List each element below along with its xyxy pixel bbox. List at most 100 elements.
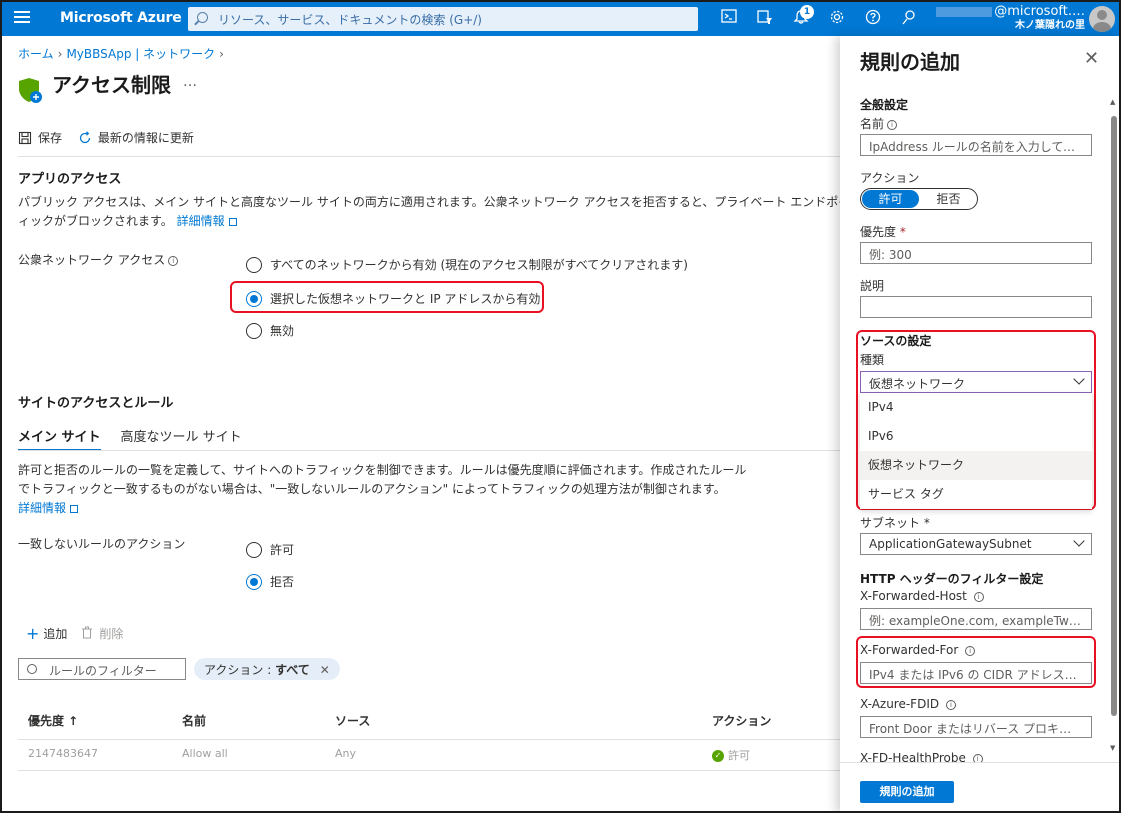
breadcrumb-home[interactable]: ホーム xyxy=(18,47,54,61)
cell-name: Allow all xyxy=(182,747,228,760)
action-filter-pill[interactable]: アクション : すべて ✕ xyxy=(194,658,340,680)
save-disk-icon xyxy=(18,131,32,145)
priority-label: 優先度 * xyxy=(860,223,906,240)
x-forwarded-host-input[interactable]: 例: exampleOne.com, exampleTwo.… xyxy=(860,608,1092,630)
radio-all-networks-label: すべてのネットワークから有効 (現在のアクセス制限がすべてクリアされます) xyxy=(270,258,688,272)
radio-all-networks-circle[interactable] xyxy=(246,256,262,273)
public-access-label: 公衆ネットワーク アクセス i xyxy=(18,251,179,268)
column-header-name[interactable]: 名前 xyxy=(182,712,206,729)
info-icon[interactable]: i xyxy=(945,699,956,710)
search-icon xyxy=(27,664,37,674)
settings-gear-icon[interactable] xyxy=(827,9,847,29)
refresh-button[interactable]: 最新の情報に更新 xyxy=(78,129,194,146)
radio-disabled-circle[interactable] xyxy=(246,322,262,339)
info-icon[interactable]: i xyxy=(168,255,179,266)
top-bar: Microsoft Azure リソース、サービス、ドキュメントの検索 (G+/… xyxy=(2,2,1119,36)
action-toggle[interactable]: 許可 拒否 xyxy=(860,188,978,210)
site-access-description: 許可と拒否のルールの一覧を定義して、サイトへのトラフィックを制御できます。ルール… xyxy=(18,461,778,518)
panel-scrollbar[interactable]: ▲ ▼ xyxy=(1110,96,1118,756)
description-input[interactable] xyxy=(860,296,1092,318)
type-option-ipv6[interactable]: IPv6 xyxy=(860,422,1092,451)
info-icon[interactable]: i xyxy=(965,645,976,656)
action-deny-option[interactable]: 拒否 xyxy=(920,189,977,209)
action-allow-option[interactable]: 許可 xyxy=(862,190,919,208)
radio-unmatched-deny-circle[interactable] xyxy=(246,573,262,590)
breadcrumb: ホーム › MyBBSApp | ネットワーク › xyxy=(18,45,228,62)
x-azure-fdid-label: X-Azure-FDID i xyxy=(860,697,956,711)
radio-disabled-label: 無効 xyxy=(270,324,295,338)
x-forwarded-host-label-text: X-Forwarded-Host xyxy=(860,589,967,603)
subnet-label: サブネット * xyxy=(860,514,930,531)
redacted-email-bar xyxy=(936,6,993,17)
chevron-down-icon xyxy=(1073,535,1085,547)
directory-filter-icon[interactable] xyxy=(755,9,775,29)
cell-source: Any xyxy=(335,747,357,760)
brand-title[interactable]: Microsoft Azure xyxy=(60,10,182,26)
required-asterisk: * xyxy=(923,516,930,530)
radio-unmatched-allow[interactable]: 許可 xyxy=(246,541,294,558)
chevron-down-icon xyxy=(1073,373,1085,385)
radio-disabled[interactable]: 無効 xyxy=(246,322,294,339)
radio-selected-networks-circle[interactable] xyxy=(246,290,262,307)
feedback-icon[interactable] xyxy=(899,9,919,29)
external-link-icon xyxy=(228,217,237,226)
radio-selected-networks[interactable]: 選択した仮想ネットワークと IP アドレスから有効 xyxy=(246,290,540,307)
priority-input[interactable]: 例: 300 xyxy=(860,242,1092,264)
subnet-select[interactable]: ApplicationGatewaySubnet xyxy=(860,533,1092,555)
rule-name-input[interactable]: IpAddress ルールの名前を入力してください xyxy=(860,134,1092,156)
notification-count-badge: 1 xyxy=(800,5,814,19)
account-directory: 木ノ葉隠れの里 xyxy=(1015,20,1085,31)
unmatched-action-label: 一致しないルールのアクション xyxy=(18,537,186,551)
add-rule-button[interactable]: 追加 xyxy=(43,625,67,642)
x-forwarded-for-label: X-Forwarded-For i xyxy=(860,643,976,657)
account-info[interactable]: @microsoft.… 木ノ葉隠れの里 xyxy=(936,5,1085,33)
type-select[interactable]: 仮想ネットワーク xyxy=(860,371,1092,393)
column-header-source[interactable]: ソース xyxy=(335,712,370,729)
add-plus-icon[interactable]: + xyxy=(26,624,39,643)
type-dropdown-list: IPv4 IPv6 仮想ネットワーク サービス タグ xyxy=(860,393,1092,509)
delete-rule-button[interactable]: 削除 xyxy=(99,625,123,642)
search-placeholder: リソース、サービス、ドキュメントの検索 (G+/) xyxy=(218,13,482,27)
breadcrumb-app-network[interactable]: MyBBSApp | ネットワーク xyxy=(66,47,215,61)
column-header-priority[interactable]: 優先度 ↑ xyxy=(28,712,78,729)
x-azure-fdid-input[interactable]: Front Door またはリバース プロキシの ID … xyxy=(860,716,1092,738)
scroll-down-arrow-icon[interactable]: ▼ xyxy=(1110,744,1115,752)
column-header-action[interactable]: アクション xyxy=(712,712,771,729)
general-settings-heading: 全般設定 xyxy=(860,98,909,112)
tab-main-site[interactable]: メイン サイト xyxy=(18,426,101,451)
radio-unmatched-deny[interactable]: 拒否 xyxy=(246,573,294,590)
add-rule-submit-button[interactable]: 規則の追加 xyxy=(860,781,954,803)
x-forwarded-for-input[interactable]: IPv4 または IPv6 の CIDR アドレスを入… xyxy=(860,662,1092,684)
app-access-heading: アプリのアクセス xyxy=(18,172,122,187)
site-access-description-line1: 許可と拒否のルールの一覧を定義して、サイトへのトラフィックを制御できます。ルール… xyxy=(18,463,747,477)
radio-selected-networks-label: 選択した仮想ネットワークと IP アドレスから有効 xyxy=(270,292,541,306)
info-icon[interactable]: i xyxy=(973,591,984,602)
panel-footer-divider xyxy=(840,762,1119,763)
info-icon[interactable]: i xyxy=(887,119,898,130)
cloud-shell-icon[interactable] xyxy=(719,9,739,29)
tab-underline-divider xyxy=(18,450,840,451)
rule-filter-input[interactable]: ルールのフィルター xyxy=(18,658,186,680)
shield-icon xyxy=(18,77,44,105)
help-question-icon[interactable] xyxy=(863,9,883,29)
action-filter-pill-value: すべて xyxy=(275,663,310,677)
type-option-ipv4[interactable]: IPv4 xyxy=(860,393,1092,422)
site-access-learn-more-link[interactable]: 詳細情報 xyxy=(18,501,66,515)
site-access-heading: サイトのアクセスとルール xyxy=(18,396,174,411)
type-option-virtual-network[interactable]: 仮想ネットワーク xyxy=(860,451,1092,480)
radio-unmatched-allow-circle[interactable] xyxy=(246,541,262,558)
radio-all-networks[interactable]: すべてのネットワークから有効 (現在のアクセス制限がすべてクリアされます) xyxy=(246,256,688,273)
type-option-service-tag[interactable]: サービス タグ xyxy=(860,480,1092,509)
site-tabs: メイン サイト 高度なツール サイト xyxy=(18,426,262,451)
more-options-icon[interactable]: … xyxy=(183,74,197,90)
save-button[interactable]: 保存 xyxy=(18,129,62,146)
avatar[interactable] xyxy=(1089,6,1115,32)
close-icon[interactable]: ✕ xyxy=(1084,48,1099,69)
global-search-input[interactable]: リソース、サービス、ドキュメントの検索 (G+/) xyxy=(188,7,698,31)
scroll-up-arrow-icon[interactable]: ▲ xyxy=(1110,98,1115,106)
tab-advanced-tool-site[interactable]: 高度なツール サイト xyxy=(121,426,242,451)
hamburger-menu-icon[interactable] xyxy=(14,11,30,25)
app-access-learn-more-link[interactable]: 詳細情報 xyxy=(177,214,225,228)
scrollbar-thumb[interactable] xyxy=(1111,116,1117,716)
close-icon[interactable]: ✕ xyxy=(320,663,330,677)
